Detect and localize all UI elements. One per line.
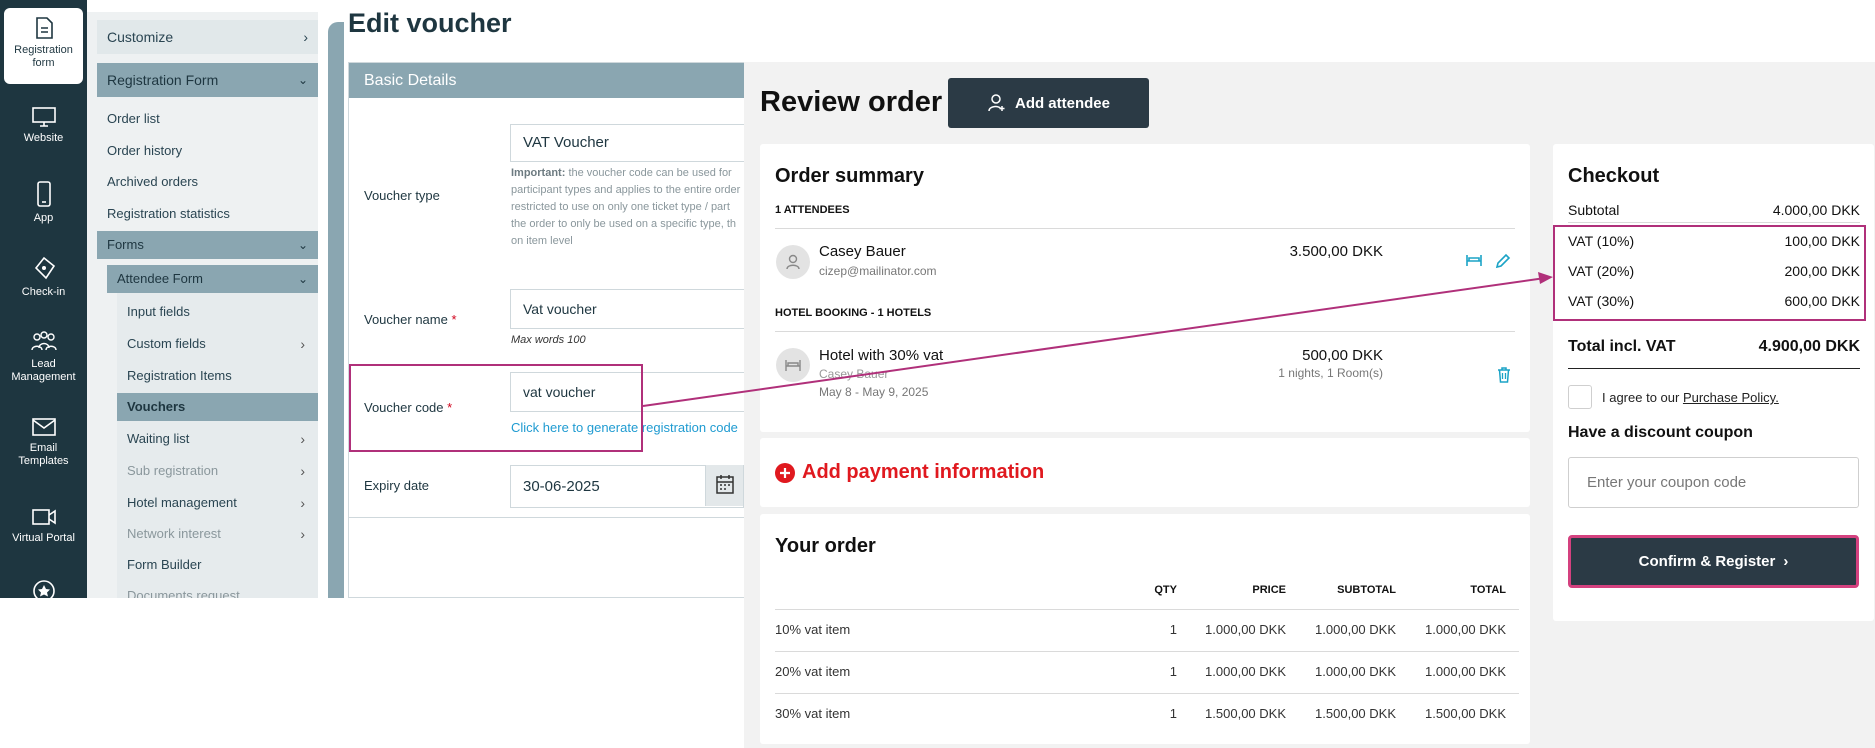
connector-arrow [642,272,1553,407]
